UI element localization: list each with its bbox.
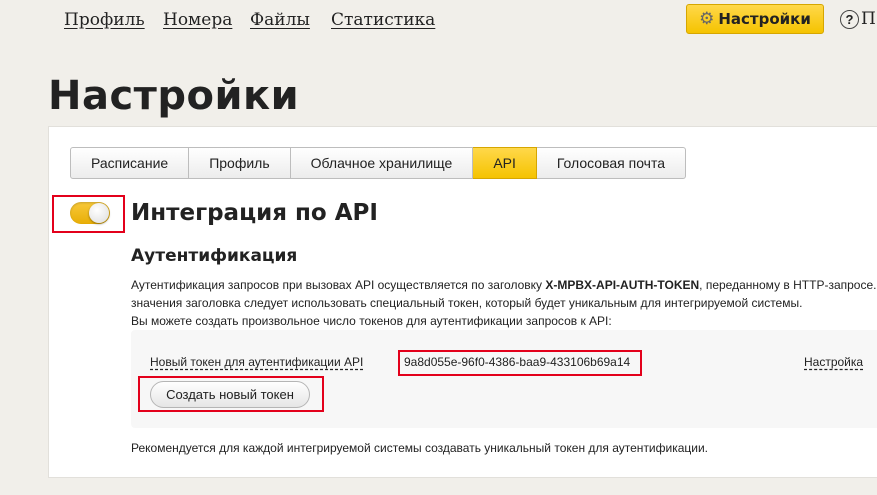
token-label[interactable]: Новый токен для аутентификации API <box>150 355 363 369</box>
tab-profile[interactable]: Профиль <box>189 147 291 179</box>
nav-link-numbers[interactable]: Номера <box>163 10 232 30</box>
page-title: Настройки <box>48 73 300 119</box>
toggle-knob <box>89 203 109 223</box>
desc-text: Аутентификация запросов при вызовах API … <box>131 278 546 292</box>
nav-link-statistics[interactable]: Статистика <box>331 10 435 30</box>
token-value: 9a8d055e-96f0-4386-baa9-433106b69a14 <box>404 355 631 369</box>
top-navigation: Профиль Номера Файлы Статистика ⚙ Настро… <box>0 0 877 42</box>
help-link-label[interactable]: П <box>861 9 876 29</box>
help-icon[interactable]: ? <box>840 10 859 29</box>
tab-api[interactable]: API <box>473 147 537 179</box>
token-settings-link[interactable]: Настройка <box>804 355 863 369</box>
auth-subtitle: Аутентификация <box>131 246 298 266</box>
api-section-title: Интеграция по API <box>131 200 378 226</box>
header-name: X-MPBX-API-AUTH-TOKEN <box>545 278 700 292</box>
tab-schedule[interactable]: Расписание <box>70 147 190 179</box>
auth-description-line-1: Аутентификация запросов при вызовах API … <box>131 278 877 292</box>
auth-description-line-2: значения заголовка следует использовать … <box>131 296 803 310</box>
settings-button-label: Настройки <box>718 10 811 28</box>
api-integration-toggle[interactable] <box>70 202 110 224</box>
settings-button[interactable]: ⚙ Настройки <box>686 4 824 34</box>
settings-tabs: Расписание Профиль Облачное хранилище AP… <box>70 147 687 179</box>
nav-link-profile[interactable]: Профиль <box>64 10 145 30</box>
create-token-button[interactable]: Создать новый токен <box>150 381 310 408</box>
token-recommendation-note: Рекомендуется для каждой интегрируемой с… <box>131 441 709 455</box>
nav-link-files[interactable]: Файлы <box>250 10 310 30</box>
auth-description-line-3: Вы можете создать произвольное число ток… <box>131 314 612 328</box>
tab-voicemail[interactable]: Голосовая почта <box>536 147 687 179</box>
tab-cloud-storage[interactable]: Облачное хранилище <box>290 147 474 179</box>
gear-icon: ⚙ <box>699 9 715 29</box>
desc-text: , переданному в HTTP-запросе. В <box>699 278 877 292</box>
